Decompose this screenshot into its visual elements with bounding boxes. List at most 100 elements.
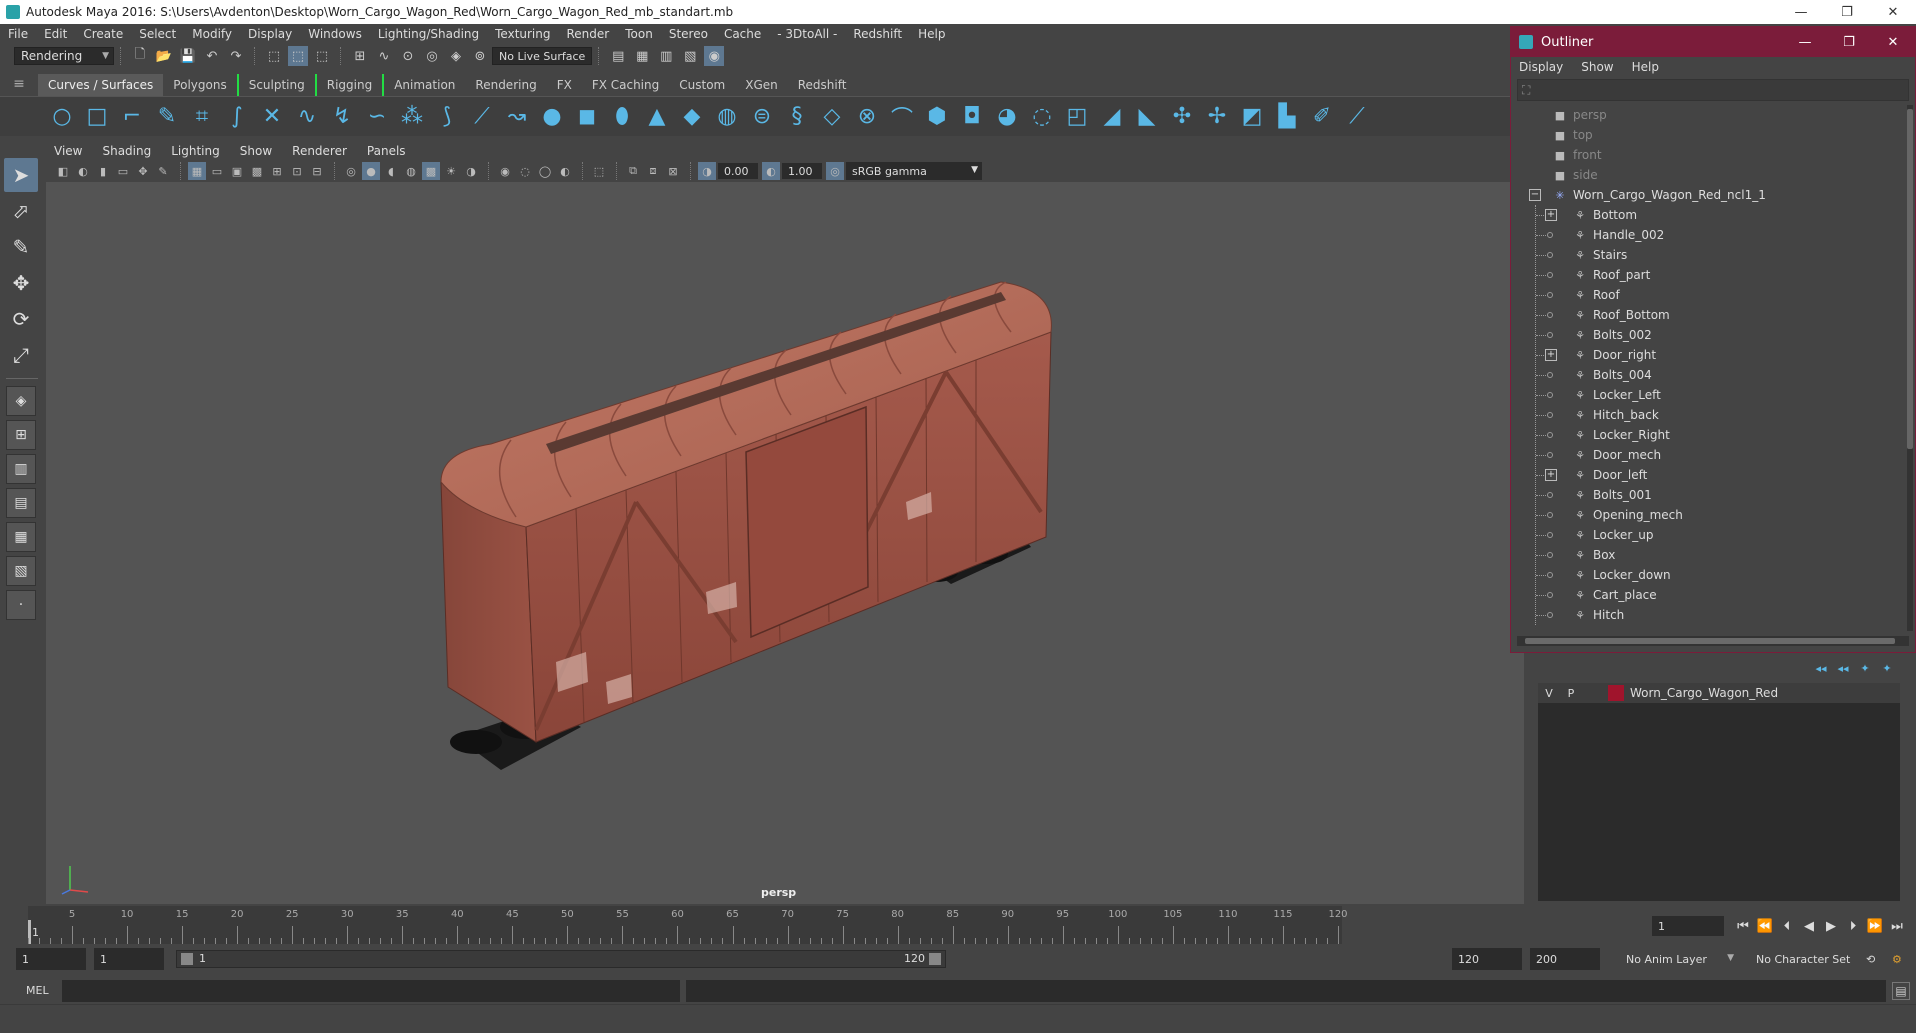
save-scene-icon[interactable]: 💾 [178,46,198,66]
range-end-handle[interactable] [929,953,941,965]
tab-custom[interactable]: Custom [669,74,735,96]
playback-end-field[interactable]: 120 [1452,948,1522,970]
snap-point-icon[interactable]: ⊙ [398,46,418,66]
snap-view-plane-icon[interactable]: ◎ [422,46,442,66]
command-input[interactable] [62,980,680,1002]
lasso-tool-icon[interactable]: ⬀ [4,194,38,228]
layer-color-swatch[interactable] [1608,685,1624,701]
outliner-menu-display[interactable]: Display [1519,60,1563,74]
extend-curve-icon[interactable]: ⟆ [433,103,461,131]
attach-curves-icon[interactable]: ∿ [293,103,321,131]
time-slider-track[interactable]: 1 5 10 15 20 25 30 35 40 45 50 55 60 65 70 75 80 85 90 95 1… [28,906,1348,944]
snap-grid-icon[interactable]: ⊞ [350,46,370,66]
tab-rigging[interactable]: Rigging [314,74,385,96]
new-layer-selected-icon[interactable]: ✦ [1878,660,1896,676]
panel-menu-lighting[interactable]: Lighting [171,144,220,158]
xray-joints-icon[interactable]: ⊠ [664,162,682,180]
menu-select[interactable]: Select [139,27,176,41]
paint-select-tool-icon[interactable]: ✎ [4,230,38,264]
tab-animation[interactable]: Animation [384,74,465,96]
safe-action-icon[interactable]: ⊡ [288,162,306,180]
outliner-item-roof-part[interactable]: ⚘ Roof_part [1511,265,1907,285]
panel-menu-panels[interactable]: Panels [367,144,406,158]
nurbs-torus-icon[interactable]: ◍ [713,103,741,131]
exposure-field[interactable]: 0.00 [718,163,758,179]
detach-surfaces-icon[interactable]: ◣ [1133,103,1161,131]
menu-file[interactable]: File [8,27,28,41]
scale-tool-icon[interactable]: ⤢ [4,338,38,372]
menu-help[interactable]: Help [918,27,945,41]
surface-edit-icon[interactable]: ⟋ [1343,103,1371,131]
isolate-select-icon[interactable]: ⬚ [590,162,608,180]
step-back-key-icon[interactable]: ⏴ [1776,916,1798,936]
grease-pencil-icon[interactable]: ✎ [154,162,172,180]
persp-outliner-layout-icon[interactable]: ▥ [6,454,36,484]
outliner-item-bolts-001[interactable]: ⚘ Bolts_001 [1511,485,1907,505]
tab-fx-caching[interactable]: FX Caching [582,74,669,96]
new-scene-icon[interactable]: 🗋 [130,46,150,66]
sculpt-geometry-icon[interactable]: ✐ [1308,103,1336,131]
tab-fx[interactable]: FX [547,74,582,96]
loft-icon[interactable]: § [783,103,811,131]
color-management-icon[interactable]: ◎ [826,162,844,180]
rebuild-curve-icon[interactable]: ∽ [363,103,391,131]
ipr-render-icon[interactable]: ▥ [656,46,676,66]
select-camera-icon[interactable]: ◧ [54,162,72,180]
shelf-menu-icon[interactable]: ≡ [0,72,38,96]
menu-edit[interactable]: Edit [44,27,67,41]
layer-playback-toggle[interactable]: P [1560,683,1582,703]
select-component-icon[interactable]: ⬚ [312,46,332,66]
outliner-item-hitch[interactable]: ⚘ Hitch [1511,605,1907,625]
panel-menu-view[interactable]: View [54,144,82,158]
insert-isoparm-icon[interactable]: ✣ [1168,103,1196,131]
menu-lighting-shading[interactable]: Lighting/Shading [378,27,479,41]
go-to-start-icon[interactable]: ⏮ [1732,916,1754,936]
insert-knot-icon[interactable]: ⁂ [398,103,426,131]
cargo-wagon-model[interactable] [46,182,1524,904]
shadows-icon[interactable]: ◑ [462,162,480,180]
grid-icon[interactable]: ▦ [188,162,206,180]
tab-rendering[interactable]: Rendering [465,74,546,96]
screen-space-ao-icon[interactable]: ◉ [496,162,514,180]
four-view-layout-icon[interactable]: ⊞ [6,420,36,450]
outliner-item-bolts-002[interactable]: ⚘ Bolts_002 [1511,325,1907,345]
attach-surfaces-icon[interactable]: ◢ [1098,103,1126,131]
wireframe-icon[interactable]: ◎ [342,162,360,180]
move-layer-down-icon[interactable]: ◂◂ [1834,660,1852,676]
custom-layout-icon[interactable]: · [6,590,36,620]
birail-icon[interactable]: ⌒ [888,103,916,132]
single-perspective-layout-icon[interactable]: ◈ [6,386,36,416]
outliner-item-stairs[interactable]: ⚘ Stairs [1511,245,1907,265]
select-object-icon[interactable]: ⬚ [288,46,308,66]
bevel-plus-icon[interactable]: ⬢ [923,103,951,131]
outliner-item-locker-up[interactable]: ⚘ Locker_up [1511,525,1907,545]
panel-menu-renderer[interactable]: Renderer [292,144,347,158]
scrollbar-thumb[interactable] [1907,109,1913,449]
range-start-handle[interactable] [181,953,193,965]
wireframe-on-shaded-icon[interactable]: ◍ [402,162,420,180]
outliner-item-root[interactable]: − ✳ Worn_Cargo_Wagon_Red_ncl1_1 [1511,185,1907,205]
nurbs-circle-icon[interactable]: ○ [48,103,76,131]
flat-shade-icon[interactable]: ◖ [382,162,400,180]
close-button[interactable]: ✕ [1870,0,1916,24]
nurbs-sphere-icon[interactable]: ● [538,103,566,131]
resolution-gate-icon[interactable]: ▣ [228,162,246,180]
menu-create[interactable]: Create [83,27,123,41]
step-forward-frame-icon[interactable]: ⏩ [1864,916,1886,936]
rotate-tool-icon[interactable]: ⟳ [4,302,38,336]
tab-polygons[interactable]: Polygons [163,74,236,96]
tab-xgen[interactable]: XGen [735,74,788,96]
menu-cache[interactable]: Cache [724,27,761,41]
snap-live-icon[interactable]: ⊚ [470,46,490,66]
outliner-item-roof[interactable]: ⚘ Roof [1511,285,1907,305]
2d-pan-zoom-icon[interactable]: ✥ [134,162,152,180]
layer-visibility-toggle[interactable]: V [1538,683,1560,703]
use-all-lights-icon[interactable]: ☀ [442,162,460,180]
outliner-item-hitch-back[interactable]: ⚘ Hitch_back [1511,405,1907,425]
current-frame-field[interactable]: 1 [1652,916,1724,936]
xray-active-icon[interactable]: ⧈ [644,162,662,180]
camera-attributes-icon[interactable]: ◐ [74,162,92,180]
step-forward-key-icon[interactable]: ⏵ [1842,916,1864,936]
menu-render[interactable]: Render [567,27,610,41]
snap-surface-icon[interactable]: ◈ [446,46,466,66]
